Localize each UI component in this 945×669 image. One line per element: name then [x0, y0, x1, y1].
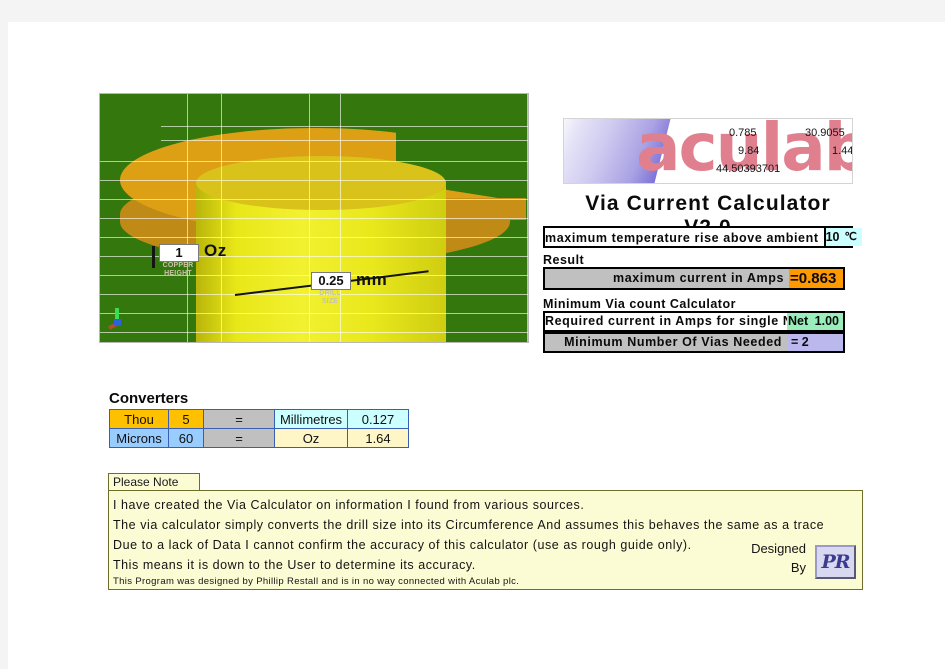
copper-height-unit-label: Oz	[204, 241, 227, 260]
designed-by-line2: By	[790, 560, 806, 575]
max-current-label: maximum current in Amps	[545, 269, 789, 288]
thou-equals-sign: =	[203, 409, 275, 429]
window-top-strip	[0, 0, 945, 22]
page-canvas: 1 Oz COPPER HEIGHT 0.25 mm DRILL SIZE ac…	[8, 22, 945, 669]
thou-value-input[interactable]: 5	[168, 409, 204, 429]
result-section-label: Result	[543, 253, 585, 267]
logo-number-5: 44.50393701	[716, 163, 781, 175]
via-barrel-top	[196, 156, 446, 210]
temperature-label: maximum temperature rise above ambient	[545, 228, 824, 246]
required-current-label-overflow: Net	[788, 314, 809, 328]
table-row: maximum temperature rise above ambient 1…	[545, 228, 862, 246]
grid-line-h	[100, 218, 528, 219]
minimum-vias-table: Minimum Number Of Vias Needed = 2	[543, 332, 845, 353]
copper-height-input[interactable]: 1	[159, 244, 199, 262]
axis-gizmo-icon	[108, 308, 121, 330]
note-fine-print: This Program was designed by Phillip Res…	[113, 576, 520, 587]
converters-table: Thou 5 = Millimetres 0.127 Microns 60 = …	[109, 409, 409, 448]
pr-monogram-logo: PR	[815, 545, 856, 579]
grid-line-h	[100, 180, 528, 181]
result-table: maximum current in Amps =0.863	[543, 267, 845, 290]
please-note-tab: Please Note	[108, 473, 200, 490]
max-current-value: =0.863	[789, 269, 843, 288]
grid-line-h	[100, 332, 528, 333]
minimum-vias-label: Minimum Number Of Vias Needed	[545, 334, 787, 351]
note-line: I have created the Via Calculator on inf…	[113, 498, 585, 512]
required-current-value-cell[interactable]: Net 1.00	[787, 313, 843, 330]
leader-line-copper	[152, 246, 155, 268]
logo-number-2: 30.9055	[805, 127, 845, 139]
designed-by-caption: Designed By	[751, 539, 806, 577]
converter-row-microns: Microns 60 = Oz 1.64	[109, 428, 409, 448]
required-current-label: Required current in Amps for single Net	[545, 313, 787, 330]
drill-size-caption: DRILL SIZE	[311, 290, 349, 306]
mm-unit-label: Millimetres	[274, 409, 348, 429]
note-line: This means it is down to the User to det…	[113, 558, 476, 572]
copper-height-caption: COPPER HEIGHT	[159, 262, 197, 278]
copper-height-caption-line1: COPPER	[162, 262, 194, 269]
drill-size-input[interactable]: 0.25	[311, 272, 351, 290]
grid-line-h	[100, 161, 528, 162]
designed-by-line1: Designed	[751, 541, 806, 556]
copper-height-caption-line2: HEIGHT	[164, 270, 192, 277]
via-3d-illustration: 1 Oz COPPER HEIGHT 0.25 mm DRILL SIZE	[100, 94, 528, 342]
temperature-unit: ℃	[844, 231, 857, 243]
temperature-input-table: maximum temperature rise above ambient 1…	[543, 226, 862, 248]
via-count-section-label: Minimum Via count Calculator	[543, 297, 736, 311]
pr-monogram-text: PR	[821, 551, 850, 573]
oz-unit-label: Oz	[274, 428, 348, 448]
microns-value-input[interactable]: 60	[168, 428, 204, 448]
temperature-value: 10	[825, 230, 840, 244]
oz-value: 1.64	[347, 428, 409, 448]
microns-unit-label: Microns	[109, 428, 169, 448]
window-left-strip	[0, 22, 8, 669]
table-row: maximum current in Amps =0.863	[545, 269, 843, 288]
drill-size-caption-line1: DRILL	[319, 290, 341, 297]
mm-value: 0.127	[347, 409, 409, 429]
logo-number-3: 9.84	[738, 145, 760, 157]
grid-line-h	[161, 140, 528, 141]
temperature-value-cell[interactable]: 10 ℃	[823, 228, 862, 246]
minimum-vias-value: = 2	[787, 334, 843, 351]
converters-title: Converters	[109, 390, 189, 407]
logo-number-4: 1.44	[832, 145, 853, 157]
grid-line-h	[161, 126, 528, 127]
grid-line-h	[100, 199, 528, 200]
microns-equals-sign: =	[203, 428, 275, 448]
required-current-value: 1.00	[814, 314, 839, 328]
thou-unit-label: Thou	[109, 409, 169, 429]
converter-row-thou: Thou 5 = Millimetres 0.127	[109, 409, 409, 429]
table-row: Required current in Amps for single Net …	[545, 313, 843, 330]
drill-size-caption-line2: SIZE	[321, 298, 339, 305]
required-current-table: Required current in Amps for single Net …	[543, 311, 845, 332]
grid-line-h	[100, 237, 528, 238]
please-note-panel: I have created the Via Calculator on inf…	[108, 490, 863, 590]
note-line: The via calculator simply converts the d…	[113, 518, 825, 532]
logo-number-1: 0.785	[729, 127, 757, 139]
aculab-logo-banner: aculab 0.785 30.9055 9.84 1.44 44.503937…	[563, 118, 853, 184]
note-line: Due to a lack of Data I cannot confirm t…	[113, 538, 692, 552]
grid-line-h	[100, 313, 528, 314]
drill-size-unit-label: mm	[356, 270, 388, 289]
table-row: Minimum Number Of Vias Needed = 2	[545, 334, 843, 351]
